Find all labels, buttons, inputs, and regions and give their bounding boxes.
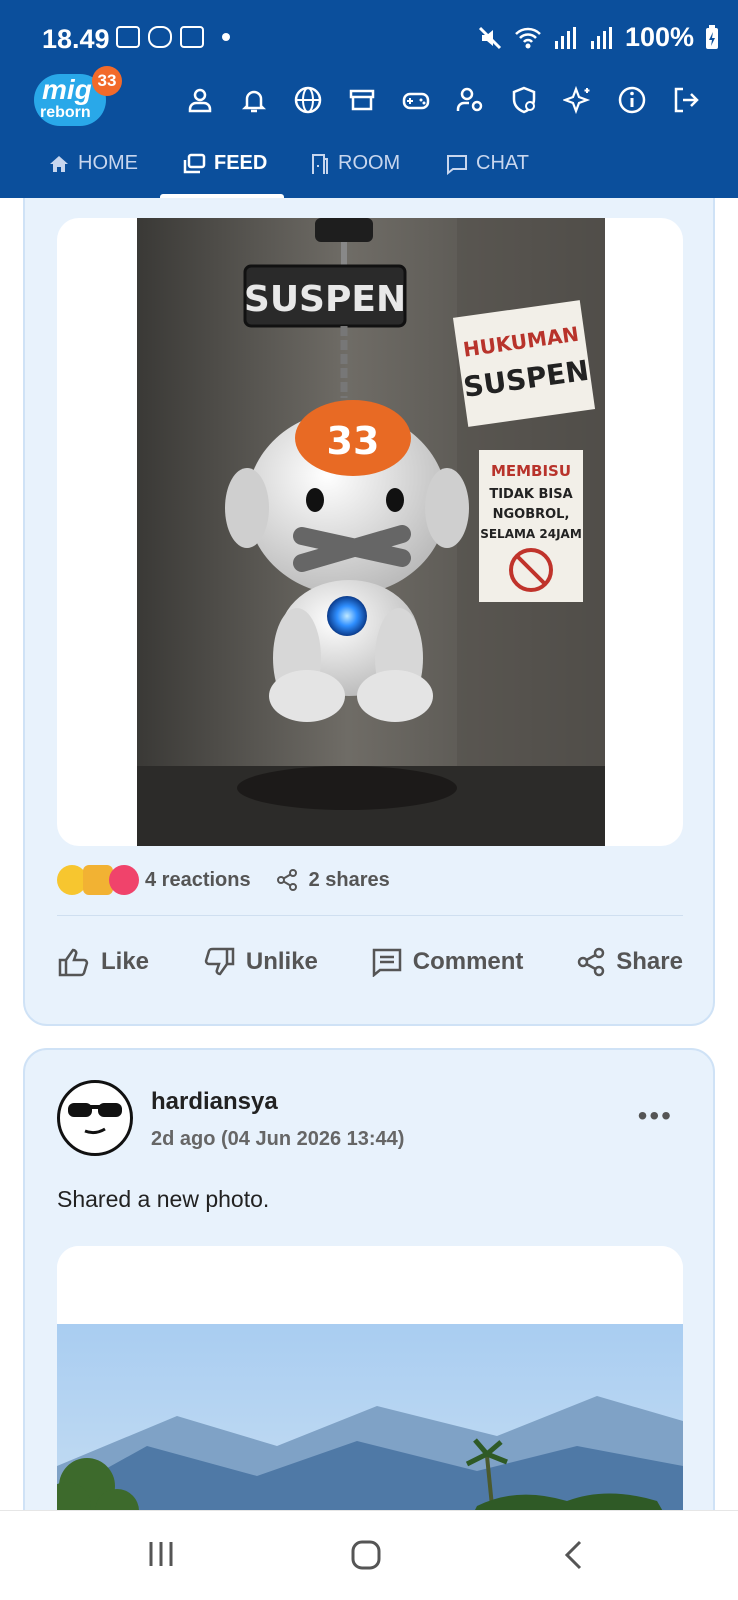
post-actions: Like Unlike Comment Share	[57, 932, 683, 992]
user-settings-icon[interactable]	[454, 84, 486, 116]
status-notification-icons	[116, 26, 230, 48]
sparkle-icon[interactable]	[562, 84, 594, 116]
gamepad-icon[interactable]	[400, 84, 432, 116]
dot-icon	[222, 33, 230, 41]
recent-apps-icon[interactable]	[146, 1539, 176, 1569]
tab-home-label: HOME	[78, 152, 138, 174]
battery-percent: 100%	[624, 22, 694, 52]
tab-feed-label: FEED	[214, 152, 268, 174]
wifi-icon	[515, 27, 541, 48]
post-text: Shared a new photo.	[57, 1186, 270, 1212]
app-header: 18.49 100% mig reborn 33 HOME FEED ROOM …	[0, 0, 738, 200]
logout-icon[interactable]	[670, 84, 702, 116]
post-photo[interactable]	[57, 1246, 683, 1510]
more-options-button[interactable]: •••	[638, 1100, 673, 1132]
signal2-icon	[590, 26, 612, 49]
post-card: SUSPEN 33 HUKUMAN SUSPEN MEMBISU TIDAK B…	[23, 198, 715, 1026]
like-label: Like	[101, 948, 150, 975]
comment-button[interactable]: Comment	[371, 947, 524, 977]
logo-subtext: reborn	[40, 104, 91, 121]
shares-count: 2 shares	[308, 868, 390, 891]
thumbs-up-icon	[58, 948, 89, 977]
tab-home[interactable]: HOME	[48, 152, 138, 175]
logo-badge: 33	[92, 66, 122, 96]
battery-icon	[706, 24, 718, 49]
feed-icon	[183, 153, 206, 173]
poster2-line3: NGOBROL,	[493, 507, 570, 522]
logo-text: mig	[42, 74, 92, 105]
gallery-icon	[116, 26, 140, 48]
poster2-line2: TIDAK BISA	[489, 487, 572, 502]
profile-icon[interactable]	[184, 84, 216, 116]
image-head-badge: 33	[327, 419, 380, 463]
app-bar: mig reborn 33	[0, 64, 738, 134]
poster2-line4: SELAMA 24JAM	[480, 527, 582, 541]
chat-icon	[447, 154, 467, 175]
app-logo[interactable]: mig reborn 33	[34, 66, 122, 128]
post-timestamp: 2d ago (04 Jun 2026 13:44)	[151, 1128, 405, 1150]
globe-icon[interactable]	[292, 84, 324, 116]
image-icon	[180, 26, 204, 48]
home-nav-icon[interactable]	[350, 1539, 382, 1571]
tab-bar: HOME FEED ROOM CHAT	[0, 140, 738, 200]
post-photo[interactable]: SUSPEN 33 HUKUMAN SUSPEN MEMBISU TIDAK B…	[57, 218, 683, 846]
image-sign-text: SUSPEN	[244, 279, 406, 320]
tab-room[interactable]: ROOM	[310, 152, 400, 175]
home-icon	[50, 155, 68, 172]
suspended-robot-image: SUSPEN 33 HUKUMAN SUSPEN MEMBISU TIDAK B…	[137, 218, 605, 846]
divider	[57, 915, 683, 916]
status-right: 100%	[477, 22, 720, 53]
landscape-image	[57, 1246, 683, 1510]
status-bar: 18.49 100%	[0, 0, 738, 64]
poster2-line1: MEMBISU	[491, 462, 571, 480]
post-card: hardiansya 2d ago (04 Jun 2026 13:44) ••…	[23, 1048, 715, 1510]
heart-emoji-icon	[109, 865, 139, 895]
tab-feed[interactable]: FEED	[182, 152, 267, 175]
reaction-summary[interactable]: 4 reactions 2 shares	[57, 860, 390, 900]
mute-icon	[478, 26, 501, 49]
system-navigation-bar	[0, 1510, 738, 1600]
reactions-count: 4 reactions	[145, 868, 251, 891]
unlike-button[interactable]: Unlike	[202, 947, 318, 977]
unlike-label: Unlike	[245, 948, 318, 975]
share-label: Share	[616, 948, 683, 975]
signal-icon	[554, 26, 576, 49]
tab-chat-label: CHAT	[476, 152, 529, 174]
message-icon	[148, 26, 172, 48]
thumbs-down-icon	[204, 947, 235, 976]
reaction-emojis	[57, 865, 139, 895]
share-button[interactable]: Share	[576, 947, 683, 977]
back-icon[interactable]	[562, 1539, 586, 1571]
share-small-icon	[276, 869, 297, 891]
shield-icon[interactable]	[508, 84, 540, 116]
avatar[interactable]	[57, 1080, 133, 1156]
post-username[interactable]: hardiansya	[151, 1088, 278, 1116]
tab-chat[interactable]: CHAT	[446, 152, 529, 175]
comment-label: Comment	[412, 948, 524, 975]
info-icon[interactable]	[616, 84, 648, 116]
status-time: 18.49	[42, 24, 110, 54]
bell-icon[interactable]	[238, 84, 270, 116]
like-button[interactable]: Like	[57, 947, 149, 977]
tab-room-label: ROOM	[338, 152, 401, 174]
room-icon	[312, 153, 328, 174]
store-icon[interactable]	[346, 84, 378, 116]
share-icon	[578, 947, 605, 977]
app-action-icons	[184, 84, 702, 116]
sunglasses-face-icon	[68, 1103, 122, 1135]
comment-icon	[372, 948, 401, 977]
feed-list[interactable]: SUSPEN 33 HUKUMAN SUSPEN MEMBISU TIDAK B…	[0, 198, 738, 1510]
